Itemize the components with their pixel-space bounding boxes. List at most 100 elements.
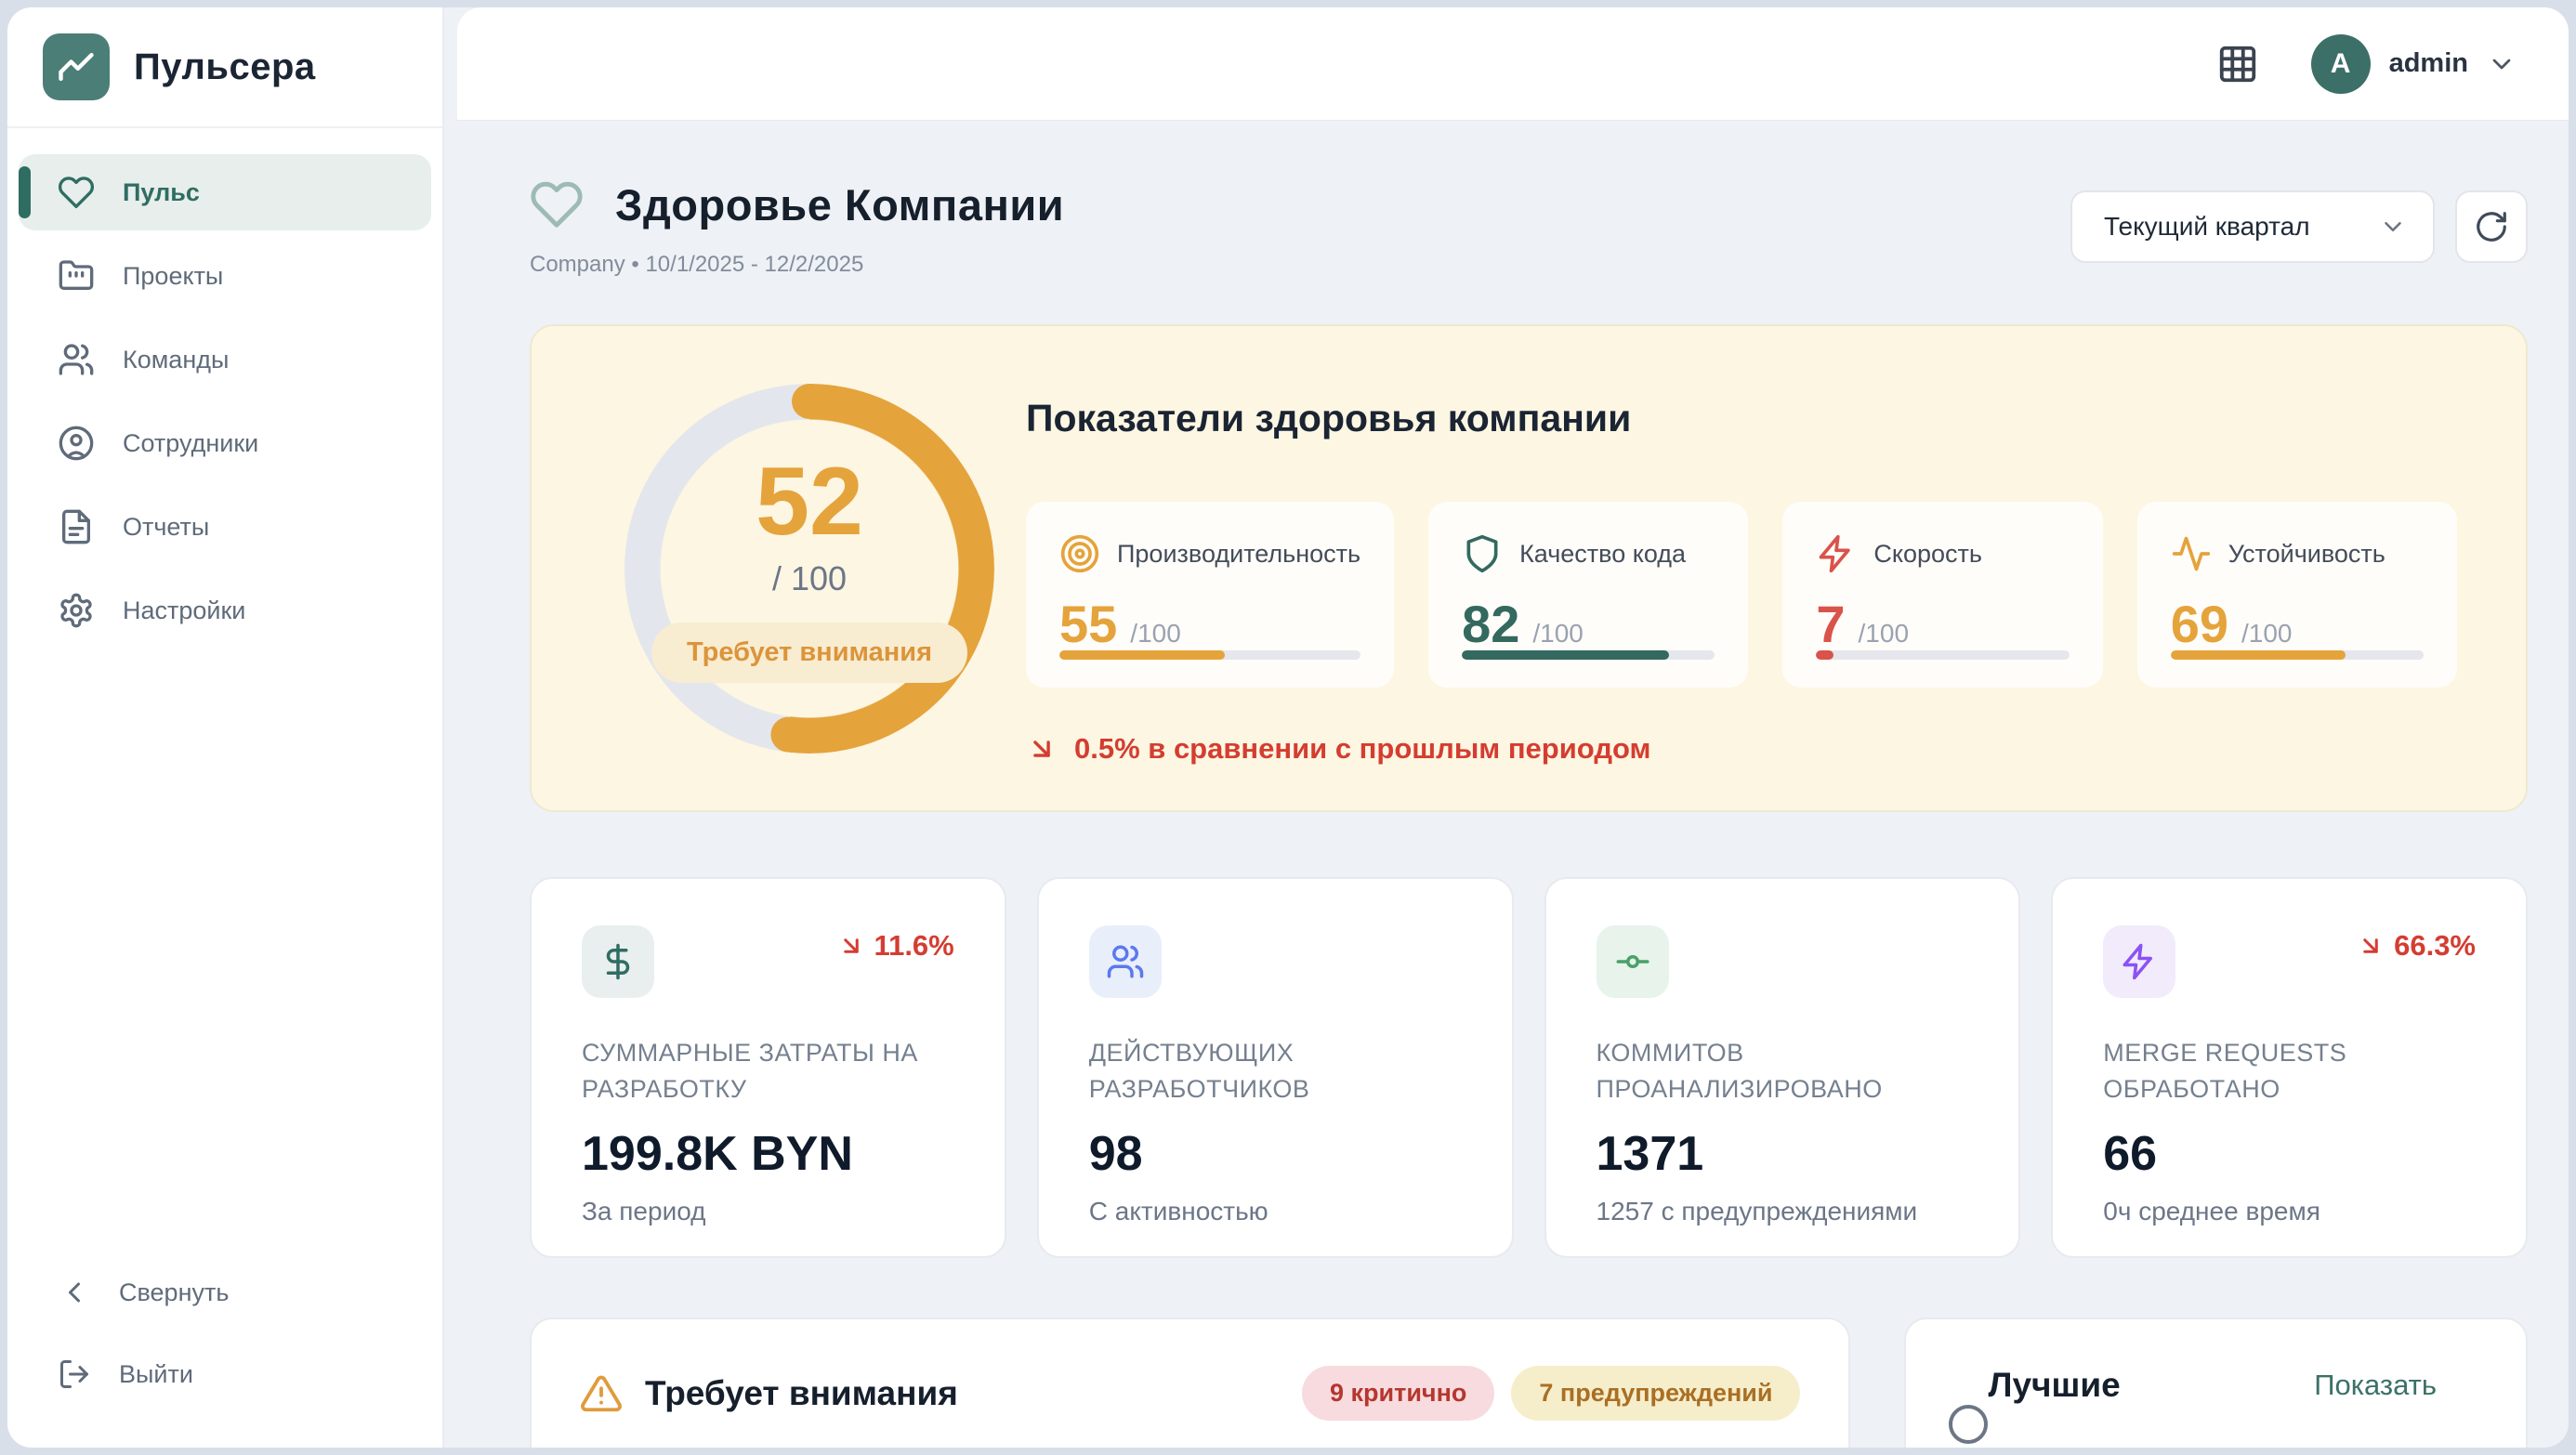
metric-card-productivity: Производительность 55 /100 bbox=[1026, 502, 1394, 688]
sidebar-item-teams[interactable]: Команды bbox=[19, 321, 431, 398]
kpi-delta: 66.3% bbox=[2357, 929, 2476, 963]
health-section-title: Показатели здоровья компании bbox=[1026, 397, 2457, 440]
gauge-cap-end bbox=[769, 714, 808, 754]
chevron-down-icon bbox=[2487, 49, 2517, 79]
heart-icon bbox=[58, 174, 95, 211]
kpi-card-commits-analyzed: КОММИТОВ ПРОАНАЛИЗИРОВАНО 1371 1257 с пр… bbox=[1544, 877, 2021, 1258]
arrow-down-right-icon bbox=[1026, 733, 1058, 765]
show-leaders-link[interactable]: Показать bbox=[2314, 1369, 2437, 1402]
kpi-value: 199.8K BYN bbox=[582, 1126, 954, 1182]
sidebar-item-settings[interactable]: Настройки bbox=[19, 572, 431, 649]
brand: Пульсера bbox=[7, 7, 442, 128]
leader-avatar bbox=[1949, 1405, 1988, 1444]
warning-count-badge: 7 предупреждений bbox=[1511, 1366, 1800, 1421]
sidebar-item-pulse[interactable]: Пульс bbox=[19, 154, 431, 230]
kpi-value: 98 bbox=[1089, 1126, 1462, 1182]
sidebar-item-label: Настройки bbox=[123, 596, 245, 625]
git-commit-icon bbox=[1597, 925, 1669, 998]
kpi-label: СУММАРНЫЕ ЗАТРАТЫ НА РАЗРАБОТКУ bbox=[582, 1035, 953, 1108]
metric-label: Скорость bbox=[1873, 540, 1982, 569]
metric-max: /100 bbox=[1532, 619, 1584, 649]
kpi-card-active-developers: ДЕЙСТВУЮЩИХ РАЗРАБОТЧИКОВ 98 С активност… bbox=[1037, 877, 1514, 1258]
dollar-icon bbox=[582, 925, 654, 998]
metric-card-speed: Скорость 7 /100 bbox=[1782, 502, 2102, 688]
collapse-label: Свернуть bbox=[119, 1278, 229, 1307]
sidebar-item-label: Сотрудники bbox=[123, 429, 258, 458]
metric-value: 55 bbox=[1059, 598, 1117, 650]
user-circle-icon bbox=[58, 425, 95, 462]
active-indicator bbox=[19, 166, 31, 218]
health-metrics: Производительность 55 /100 bbox=[1026, 502, 2457, 688]
metric-max: /100 bbox=[1130, 619, 1181, 649]
health-score: 52 bbox=[756, 453, 863, 550]
sidebar: Пульсера Пульс Проекты Команды bbox=[7, 7, 444, 1448]
kpi-card-merge-requests: 66.3% MERGE REQUESTS ОБРАБОТАНО 66 0ч ср… bbox=[2051, 877, 2528, 1258]
users-icon bbox=[1089, 925, 1162, 998]
metric-max: /100 bbox=[2241, 619, 2293, 649]
page-subtitle: Company • 10/1/2025 - 12/2/2025 bbox=[530, 252, 1064, 278]
company-health-card: 52 / 100 Требует внимания Показатели здо… bbox=[530, 324, 2528, 812]
target-icon bbox=[1059, 533, 1100, 574]
kpi-subtext: 1257 с предупреждениями bbox=[1597, 1197, 1969, 1226]
metric-progress-track bbox=[1462, 650, 1715, 660]
period-select[interactable]: Текущий квартал bbox=[2070, 190, 2435, 263]
app-logo-icon bbox=[43, 33, 110, 100]
metric-card-code-quality: Качество кода 82 /100 bbox=[1428, 502, 1748, 688]
gear-icon bbox=[58, 592, 95, 629]
attention-panel: Требует внимания 9 критично 7 предупрежд… bbox=[530, 1317, 1850, 1448]
leaders-panel: Лучшие Показать bbox=[1904, 1317, 2528, 1448]
kpi-label: MERGE REQUESTS ОБРАБОТАНО bbox=[2103, 1035, 2475, 1108]
zap-icon bbox=[1816, 533, 1857, 574]
users-icon bbox=[58, 341, 95, 378]
sidebar-item-label: Отчеты bbox=[123, 513, 209, 542]
brand-name: Пульсера bbox=[134, 46, 316, 88]
sidebar-footer: Свернуть Выйти bbox=[7, 1256, 442, 1448]
logout-button[interactable]: Выйти bbox=[19, 1338, 431, 1410]
kpi-value: 1371 bbox=[1597, 1126, 1969, 1182]
heart-outline-icon bbox=[530, 177, 584, 231]
sidebar-item-label: Пульс bbox=[123, 178, 200, 207]
metric-progress-fill bbox=[1816, 650, 1833, 660]
page-title: Здоровье Компании bbox=[615, 179, 1064, 230]
logout-label: Выйти bbox=[119, 1360, 193, 1389]
page-content: Здоровье Компании Company • 10/1/2025 - … bbox=[457, 120, 2569, 1448]
collapse-sidebar-button[interactable]: Свернуть bbox=[19, 1256, 431, 1329]
health-status-badge: Требует внимания bbox=[651, 623, 967, 683]
apps-grid-button[interactable] bbox=[2216, 43, 2259, 85]
username: admin bbox=[2389, 48, 2468, 79]
warning-triangle-icon bbox=[580, 1372, 623, 1415]
shield-icon bbox=[1462, 533, 1503, 574]
kpi-label: ДЕЙСТВУЮЩИХ РАЗРАБОТЧИКОВ bbox=[1089, 1035, 1461, 1108]
chevron-left-icon bbox=[58, 1276, 91, 1309]
zap-icon bbox=[2103, 925, 2175, 998]
leaders-panel-title: Лучшие bbox=[1988, 1366, 2120, 1405]
refresh-button[interactable] bbox=[2455, 190, 2528, 263]
activity-icon bbox=[2171, 533, 2212, 574]
health-delta-text: 0.5% в сравнении с прошлым периодом bbox=[1074, 732, 1650, 766]
user-menu[interactable]: A admin bbox=[2311, 34, 2517, 94]
metric-value: 7 bbox=[1816, 598, 1845, 650]
kpi-cards: 11.6% СУММАРНЫЕ ЗАТРАТЫ НА РАЗРАБОТКУ 19… bbox=[530, 877, 2528, 1258]
metric-label: Качество кода bbox=[1519, 540, 1686, 569]
kpi-subtext: 0ч среднее время bbox=[2103, 1197, 2476, 1226]
metric-progress-track bbox=[2171, 650, 2424, 660]
file-icon bbox=[58, 508, 95, 545]
metric-max: /100 bbox=[1859, 619, 1910, 649]
attention-panel-title: Требует внимания bbox=[645, 1374, 958, 1413]
arrow-down-right-icon bbox=[2357, 932, 2385, 960]
sidebar-item-reports[interactable]: Отчеты bbox=[19, 489, 431, 565]
sidebar-item-employees[interactable]: Сотрудники bbox=[19, 405, 431, 481]
metric-progress-fill bbox=[1462, 650, 1669, 660]
kpi-delta: 11.6% bbox=[837, 929, 954, 963]
metric-value: 69 bbox=[2171, 598, 2228, 650]
critical-count-badge: 9 критично bbox=[1302, 1366, 1494, 1421]
sidebar-item-projects[interactable]: Проекты bbox=[19, 238, 431, 314]
refresh-icon bbox=[2474, 209, 2509, 244]
metric-card-stability: Устойчивость 69 /100 bbox=[2137, 502, 2457, 688]
sidebar-item-label: Проекты bbox=[123, 262, 223, 291]
main-column: A admin Здоровье Компании Company • bbox=[457, 7, 2569, 1448]
avatar: A bbox=[2311, 34, 2371, 94]
folder-icon bbox=[58, 257, 95, 295]
metric-value: 82 bbox=[1462, 598, 1519, 650]
health-delta: 0.5% в сравнении с прошлым периодом bbox=[1026, 732, 2457, 766]
